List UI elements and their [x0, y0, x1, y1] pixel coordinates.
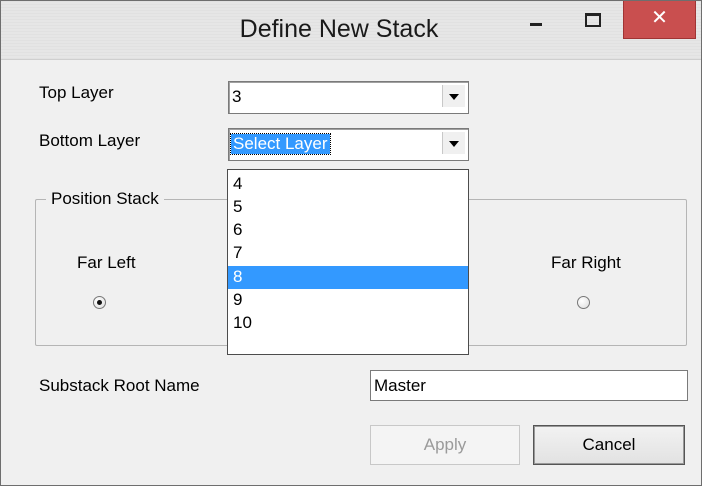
dropdown-option[interactable]: 9 [228, 289, 468, 312]
close-icon: ✕ [651, 7, 668, 29]
substack-root-name-label: Substack Root Name [39, 376, 200, 395]
bottom-layer-dropdown-list[interactable]: 4 5 6 7 8 9 10 [227, 169, 469, 355]
far-left-radio[interactable] [93, 296, 106, 309]
dropdown-option[interactable]: 7 [228, 242, 468, 265]
minimize-button[interactable] [513, 1, 559, 39]
dropdown-option[interactable]: 6 [228, 219, 468, 242]
dropdown-option[interactable]: 4 [228, 173, 468, 196]
far-left-label: Far Left [77, 253, 136, 272]
define-new-stack-dialog: Define New Stack ✕ Top Layer 3 Bottom La… [0, 0, 702, 486]
dropdown-option[interactable]: 10 [228, 312, 468, 335]
chevron-down-icon[interactable] [442, 132, 465, 154]
apply-button[interactable]: Apply [370, 425, 520, 465]
top-layer-value: 3 [232, 87, 242, 106]
dropdown-option[interactable]: 5 [228, 196, 468, 219]
cancel-button[interactable]: Cancel [533, 425, 685, 465]
chevron-down-icon[interactable] [442, 85, 465, 107]
far-right-label: Far Right [551, 253, 621, 272]
top-layer-select[interactable]: 3 [228, 81, 469, 114]
bottom-layer-value: Select Layer [230, 133, 331, 155]
bottom-layer-select[interactable]: Select Layer [228, 128, 469, 161]
minimize-icon [530, 23, 542, 26]
substack-root-name-field[interactable] [370, 370, 688, 401]
dropdown-option-highlighted[interactable]: 8 [228, 266, 468, 289]
substack-root-name-input[interactable] [374, 374, 679, 397]
bottom-layer-label: Bottom Layer [39, 131, 141, 150]
top-layer-label: Top Layer [39, 83, 114, 102]
maximize-icon [585, 13, 601, 27]
close-button[interactable]: ✕ [623, 1, 696, 39]
maximize-button[interactable] [569, 1, 615, 39]
far-right-radio[interactable] [577, 296, 590, 309]
position-stack-legend: Position Stack [46, 189, 164, 209]
title-bar[interactable]: Define New Stack ✕ [1, 1, 701, 60]
